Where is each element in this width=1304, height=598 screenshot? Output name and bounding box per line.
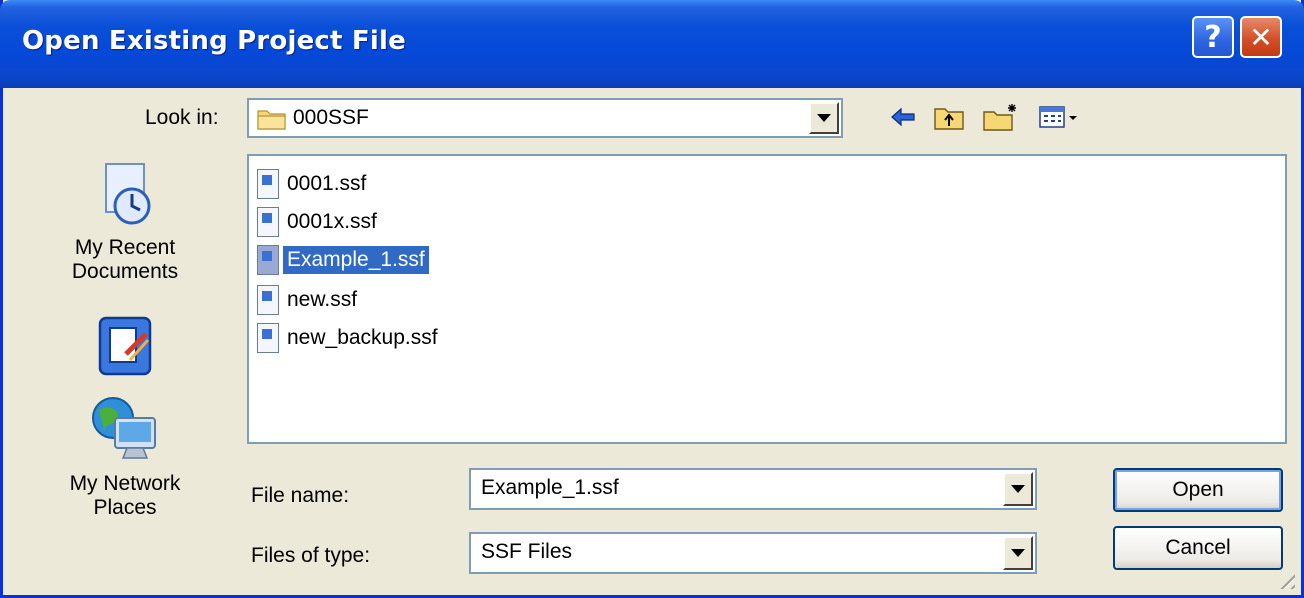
view-menu-icon [1039,106,1077,128]
resize-grip[interactable] [1275,569,1295,589]
network-line2: Places [93,496,157,519]
places-bar: My Recent Documents My Network Places [25,150,225,590]
recent-line1: My Recent [74,236,176,259]
open-button[interactable]: Open [1113,468,1283,512]
ssf-file-icon [257,207,279,237]
file-name-value: Example_1.ssf [481,476,619,499]
dialog-title: Open Existing Project File [22,26,406,56]
up-folder-icon [934,108,964,130]
file-type-drop-button[interactable] [1003,536,1033,570]
file-type-dropdown[interactable]: SSF Files [469,532,1037,574]
chevron-down-icon [1011,485,1025,493]
file-name-label: File name: [251,484,350,507]
help-icon: ? [1204,19,1222,55]
list-item[interactable]: new.ssf [257,282,361,318]
file-name-text: 0001x.ssf [287,210,377,233]
open-file-dialog: Open Existing Project File ? ✕ Look in: … [0,0,1304,598]
look-in-dropdown[interactable]: 000SSF [247,98,843,138]
list-item[interactable]: new_backup.ssf [257,320,442,356]
file-type-value: SSF Files [481,540,573,563]
back-arrow-icon [891,107,915,127]
list-item[interactable]: 0001.ssf [257,166,370,202]
file-type-label: Files of type: [251,544,371,567]
place-desktop[interactable] [25,310,225,388]
place-recent-documents[interactable]: My Recent Documents [25,160,225,284]
file-name-drop-button[interactable] [1003,472,1033,506]
file-name-text: Example_1.ssf [283,246,429,274]
close-button[interactable]: ✕ [1240,16,1282,58]
back-button[interactable] [887,100,919,134]
recent-line2: Documents [71,260,179,283]
help-button[interactable]: ? [1192,16,1234,58]
network-line1: My Network [69,472,181,495]
desktop-icon [98,316,152,376]
file-name-text: 0001.ssf [287,172,367,195]
cancel-button[interactable]: Cancel [1113,526,1283,570]
folder-icon [257,106,287,135]
new-folder-button[interactable] [981,100,1021,134]
file-name-text: new_backup.ssf [287,326,438,349]
ssf-file-icon [257,245,279,275]
title-bar[interactable]: Open Existing Project File ? ✕ [0,0,1304,88]
file-list[interactable]: 0001.ssf 0001x.ssf Example_1.ssf new.ssf… [247,154,1287,444]
look-in-label: Look in: [145,106,219,129]
file-name-text: new.ssf [287,288,358,311]
ssf-file-icon [257,169,279,199]
ssf-file-icon [257,323,279,353]
new-folder-icon [983,104,1016,131]
chevron-down-icon [817,114,831,122]
chevron-down-icon [1011,549,1025,557]
look-in-value: 000SSF [293,106,369,129]
up-one-level-button[interactable] [931,100,967,134]
network-places-icon [92,397,156,459]
list-item[interactable]: 0001x.ssf [257,204,381,240]
look-in-drop-button[interactable] [809,102,839,134]
place-network-places[interactable]: My Network Places [25,394,225,520]
file-name-input[interactable]: Example_1.ssf [469,468,1037,510]
recent-documents-icon [105,163,151,225]
ssf-file-icon [257,285,279,315]
view-menu-button[interactable] [1037,100,1079,134]
list-item-selected[interactable]: Example_1.ssf [257,242,429,278]
close-icon: ✕ [1249,20,1273,54]
